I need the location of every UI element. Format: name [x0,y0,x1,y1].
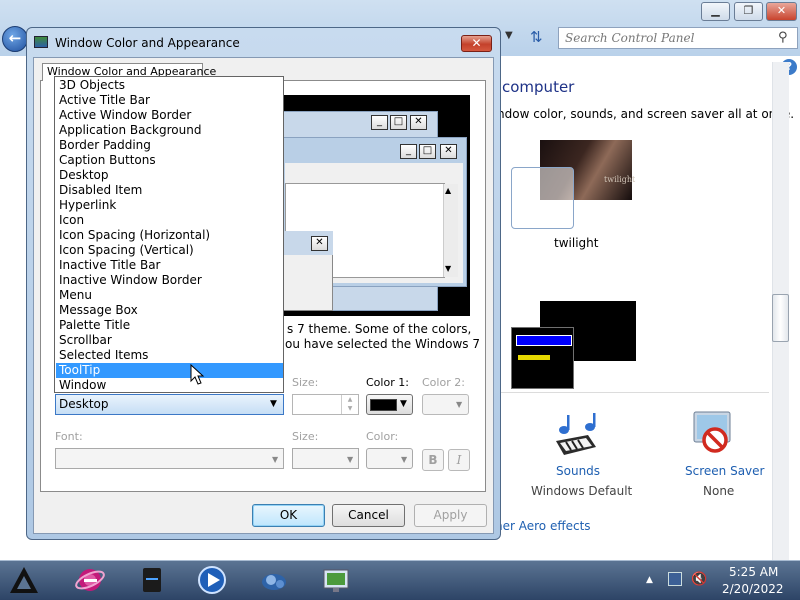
screen-saver-value: None [703,484,735,498]
maximize-button[interactable]: ❐ [734,2,763,21]
dropdown-item[interactable]: Caption Buttons [56,153,283,168]
theme-description-line1: s 7 theme. Some of the colors, [287,322,472,336]
dropdown-item[interactable]: 3D Objects [56,78,283,93]
dialog-close-button[interactable]: ✕ [461,35,492,52]
drive-icon[interactable] [136,564,168,596]
dropdown-item[interactable]: Icon [56,213,283,228]
item-select-value: Desktop [59,397,109,411]
contrast-text-swatch [518,355,550,360]
preview-minimize-icon: _ [400,144,417,159]
dropdown-item[interactable]: Scrollbar [56,333,283,348]
search-placeholder: Search Control Panel [565,31,695,45]
clock-time[interactable]: 5:25 AM [729,565,778,579]
app-logo-icon[interactable] [8,564,40,596]
page-title: computer [502,78,575,96]
font-select[interactable] [55,448,284,469]
close-button[interactable]: ✕ [766,2,797,21]
dropdown-item[interactable]: Menu [56,288,283,303]
ok-button[interactable]: OK [252,504,325,527]
dropdown-item[interactable]: Active Window Border [56,108,283,123]
search-icon[interactable]: ⚲ [778,30,788,45]
color1-swatch [370,399,397,411]
page-description: ndow color, sounds, and screen saver all… [497,107,795,121]
show-hidden-icons-icon[interactable]: ▲ [646,575,653,585]
dropdown-item[interactable]: ToolTip [56,363,283,378]
chevron-down-icon[interactable]: ▼ [347,455,353,464]
twilight-theme-selection[interactable] [511,167,574,229]
dropdown-item[interactable]: Desktop [56,168,283,183]
dropdown-item[interactable]: Inactive Title Bar [56,258,283,273]
preview-maximize-icon: □ [390,115,407,130]
dialog-app-icon [34,36,48,48]
clock-date[interactable]: 2/20/2022 [722,582,784,596]
minimize-button[interactable]: ▁ [701,2,730,21]
address-dropdown-icon[interactable]: ▼ [505,30,513,41]
chevron-down-icon[interactable]: ▼ [272,455,278,464]
italic-button[interactable]: I [448,449,470,471]
divider [497,392,769,393]
dropdown-item[interactable]: Application Background [56,123,283,138]
dropdown-item[interactable]: Active Title Bar [56,93,283,108]
back-arrow-icon[interactable]: ← [2,26,28,52]
dropdown-item[interactable]: Hyperlink [56,198,283,213]
preview-maximize-icon: □ [419,144,436,159]
preview-scroll-up-icon: ▲ [445,186,452,195]
contrast-titlebar-swatch [516,335,572,346]
chevron-down-icon[interactable]: ▼ [400,399,407,409]
color1-label: Color 1: [366,376,409,389]
font-size-label: Size: [292,430,319,443]
chevron-down-icon[interactable]: ▼ [456,400,462,409]
sounds-value: Windows Default [531,484,633,498]
dropdown-item[interactable]: Selected Items [56,348,283,363]
volume-icon[interactable]: 🔇 [691,572,707,587]
scrollbar-thumb[interactable] [772,294,789,342]
preview-close-icon: ✕ [410,115,427,130]
mouse-cursor-icon [190,364,205,385]
preview-minimize-icon: _ [371,115,388,130]
color2-label: Color 2: [422,376,465,389]
apply-button[interactable]: Apply [414,504,487,527]
media-player-icon[interactable] [196,564,228,596]
network-status-icon[interactable] [668,572,682,586]
theme-label-twilight[interactable]: twilight [554,236,598,250]
item-dropdown-list[interactable]: 3D Objects Active Title Bar Active Window … [54,76,284,393]
preview-close-icon: ✕ [311,236,328,251]
sounds-link[interactable]: Sounds [556,464,600,478]
dropdown-item[interactable]: Palette Title [56,318,283,333]
cancel-button[interactable]: Cancel [332,504,405,527]
theme-description-line2: ou have selected the Windows 7 [285,337,481,351]
dropdown-item[interactable]: Inactive Window Border [56,273,283,288]
preview-scroll-down-icon: ▼ [445,264,452,273]
display-settings-icon[interactable] [320,564,352,596]
twilight-thumbnail-lettering: twilight [604,175,636,184]
chevron-down-icon[interactable]: ▼ [270,399,277,409]
aero-effects-link[interactable]: her Aero effects [495,519,591,533]
dropdown-item[interactable]: Window [56,378,283,393]
sounds-icon[interactable] [552,413,600,459]
font-label: Font: [55,430,83,443]
internet-explorer-icon[interactable] [74,564,106,596]
preview-close-icon: ✕ [440,144,457,159]
dialog-title: Window Color and Appearance [55,36,240,50]
refresh-icon[interactable]: ⇅ [530,28,543,46]
dropdown-item[interactable]: Message Box [56,303,283,318]
dropdown-item[interactable]: Border Padding [56,138,283,153]
chevron-down-icon[interactable]: ▼ [401,455,407,464]
size-label: Size: [292,376,319,389]
dropdown-item[interactable]: Icon Spacing (Horizontal) [56,228,283,243]
screen-saver-link[interactable]: Screen Saver [685,464,764,478]
dropdown-item[interactable]: Icon Spacing (Vertical) [56,243,283,258]
bold-button[interactable]: B [422,449,444,471]
dropdown-item[interactable]: Disabled Item [56,183,283,198]
network-gear-icon[interactable] [258,564,290,596]
screen-saver-icon[interactable] [688,410,738,458]
spinner-arrows-icon[interactable]: ▲ ▼ [341,395,358,414]
font-color-label: Color: [366,430,399,443]
